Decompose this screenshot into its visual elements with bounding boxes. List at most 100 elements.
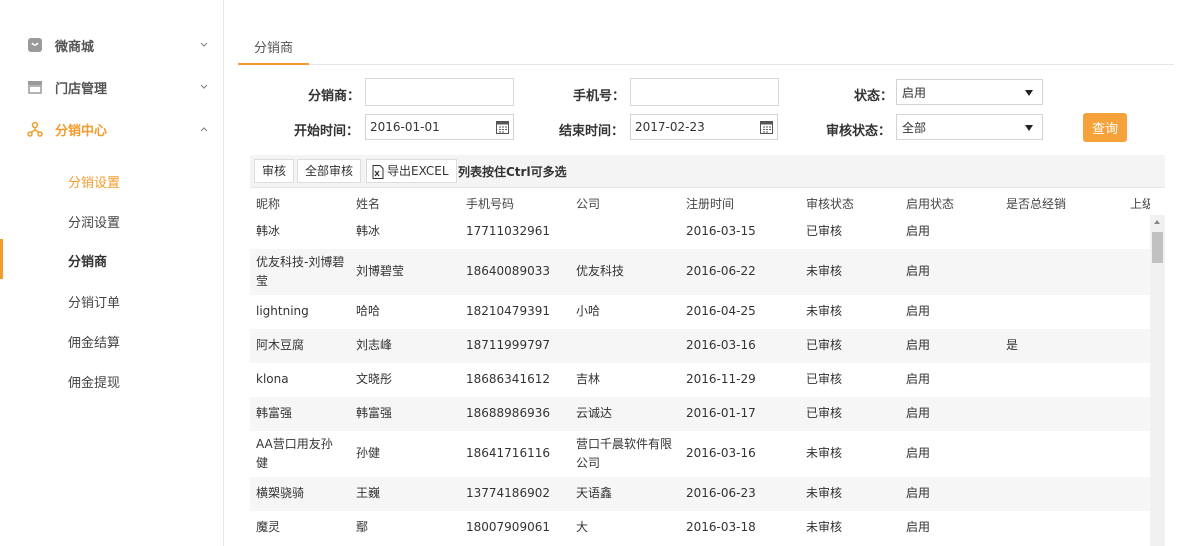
cell-register-date: 2016-01-17 [686,406,756,420]
column-header[interactable]: 公司 [576,195,600,212]
sidebar-item-label: 佣金提现 [68,376,121,391]
calendar-icon[interactable] [496,120,509,134]
distributor-table: 审核 全部审核 导出EXCEL 列表按住Ctrl可多选 昵称 姓名 手机号码 公… [250,155,1165,546]
cell-nickname: AA营口用友孙健 [256,437,333,470]
end-date-value: 2017-02-23 [635,120,705,134]
cell-register-date: 2016-06-22 [686,264,756,278]
sidebar-item-commission-settlement[interactable]: 佣金结算 [0,320,223,360]
cell-enabled-status: 启用 [906,486,931,500]
cell-name: 刘志峰 [356,338,393,352]
audit-button[interactable]: 审核 [254,159,295,183]
table-header: 昵称 姓名 手机号码 公司 注册时间 审核状态 启用状态 是否总经销 上级 [250,189,1165,215]
table-row[interactable]: klona 文晓彤 18686341612 吉林 2016-11-29 已审核 … [250,363,1150,397]
dropdown-arrow-icon [1025,90,1033,96]
export-excel-button[interactable]: 导出EXCEL [366,159,457,183]
cell-enabled-status: 启用 [906,446,931,460]
cell-company: 天语鑫 [576,486,613,500]
cell-enabled-status: 启用 [906,264,931,278]
phone-input[interactable] [630,78,779,106]
column-header[interactable]: 启用状态 [906,195,954,212]
phone-filter-label: 手机号： [573,89,626,104]
sidebar-item-label: 分销订单 [68,296,121,311]
cell-nickname: lightning [256,304,309,318]
cell-audit-status: 未审核 [806,304,843,318]
audit-all-button[interactable]: 全部审核 [297,159,362,183]
cell-register-date: 2016-11-29 [686,372,756,386]
sidebar-item-label: 分销设置 [68,176,121,191]
cell-name: 王巍 [356,486,381,500]
cell-phone: 18641716116 [466,446,550,460]
table-row[interactable]: 韩冰 韩冰 17711032961 2016-03-15 已审核 启用 [250,215,1150,249]
cell-enabled-status: 启用 [906,520,931,534]
table-row[interactable]: 优友科技-刘博碧莹 刘博碧莹 18640089033 优友科技 2016-06-… [250,249,1150,295]
audit-status-label: 审核状态： [826,124,892,139]
cell-audit-status: 已审核 [806,338,843,352]
start-time-label: 开始时间： [294,124,360,139]
table-scrollbar[interactable] [1150,215,1165,546]
start-date-field[interactable]: 2016-01-01 [365,114,514,140]
cell-company: 营口千晨软件有限公司 [576,437,673,470]
cell-company: 大 [576,520,589,534]
multi-select-hint: 列表按住Ctrl可多选 [458,165,567,179]
column-header[interactable]: 审核状态 [806,195,854,212]
status-select-value: 启用 [902,86,927,100]
cell-phone: 18688986936 [466,406,550,420]
cell-register-date: 2016-03-15 [686,224,756,238]
cell-nickname: 魔灵 [256,520,281,534]
cell-enabled-status: 启用 [906,406,931,420]
cell-name: 韩富强 [356,406,393,420]
column-header[interactable]: 昵称 [256,195,280,212]
table-row[interactable]: lightning 哈哈 18210479391 小哈 2016-04-25 未… [250,295,1150,329]
scrollbar-thumb[interactable] [1152,232,1163,263]
sidebar-item-distribution-orders[interactable]: 分销订单 [0,280,223,320]
cell-enabled-status: 启用 [906,224,931,238]
column-header[interactable]: 手机号码 [466,195,514,212]
cell-register-date: 2016-06-23 [686,486,756,500]
cell-company: 云诚达 [576,406,613,420]
scroll-up-arrow-icon[interactable] [1154,220,1160,224]
cell-register-date: 2016-03-16 [686,446,756,460]
cell-enabled-status: 启用 [906,338,931,352]
column-header[interactable]: 姓名 [356,195,380,212]
cell-name: 孙健 [356,446,381,460]
menu-group-store-management[interactable]: 门店管理 [0,67,223,107]
excel-file-icon [372,165,384,179]
menu-group-distribution-center[interactable]: 分销中心 [0,109,223,149]
table-row[interactable]: 阿木豆腐 刘志峰 18711999797 2016-03-16 已审核 启用 是 [250,329,1150,363]
cell-name: 刘博碧莹 [356,264,405,278]
cell-register-date: 2016-03-18 [686,520,756,534]
cell-name: 韩冰 [356,224,381,238]
cell-register-date: 2016-04-25 [686,304,756,318]
sidebar-item-distribution-settings[interactable]: 分销设置 [0,160,223,200]
main-content: 分销商 分销商： 手机号： 状态： 启用 开始时间： 2016-01-01 结束… [224,0,1187,546]
cell-name: 文晓彤 [356,372,393,386]
status-select[interactable]: 启用 [896,79,1043,105]
storefront-icon [28,81,42,94]
tab-distributors[interactable]: 分销商 [238,28,310,65]
cell-master-distributor: 是 [1006,338,1019,352]
distributor-input[interactable] [365,78,514,106]
table-row[interactable]: 横槊骁骑 王巍 13774186902 天语鑫 2016-06-23 未审核 启… [250,477,1150,511]
sidebar-item-commission-withdrawal[interactable]: 佣金提现 [0,360,223,400]
table-row[interactable]: 魔灵 鄢 18007909061 大 2016-03-18 未审核 启用 [250,511,1150,546]
table-row[interactable]: 韩富强 韩富强 18688986936 云诚达 2016-01-17 已审核 启… [250,397,1150,431]
cell-enabled-status: 启用 [906,372,931,386]
column-header[interactable]: 上级 [1130,195,1150,212]
calendar-icon[interactable] [760,120,773,134]
column-header[interactable]: 注册时间 [686,195,734,212]
cell-nickname: 韩富强 [256,406,293,420]
end-date-field[interactable]: 2017-02-23 [630,114,778,140]
sidebar: 微商城 门店管理 分销中心 分销设置 分润设置 分销商 分销订单 佣金结算 佣金… [0,0,224,546]
cell-nickname: 优友科技-刘博碧莹 [256,255,345,288]
query-button[interactable]: 查询 [1083,113,1127,142]
cell-phone: 18210479391 [466,304,550,318]
column-header[interactable]: 是否总经销 [1006,195,1066,212]
cell-audit-status: 已审核 [806,224,843,238]
sidebar-item-profit-settings[interactable]: 分润设置 [0,200,223,240]
table-row[interactable]: AA营口用友孙健 孙健 18641716116 营口千晨软件有限公司 2016-… [250,431,1150,477]
distributor-filter-label: 分销商： [308,89,361,104]
sidebar-item-distributors[interactable]: 分销商 [0,239,223,279]
menu-group-weishangcheng[interactable]: 微商城 [0,25,223,65]
audit-status-select-value: 全部 [902,121,927,135]
audit-status-select[interactable]: 全部 [896,114,1043,140]
